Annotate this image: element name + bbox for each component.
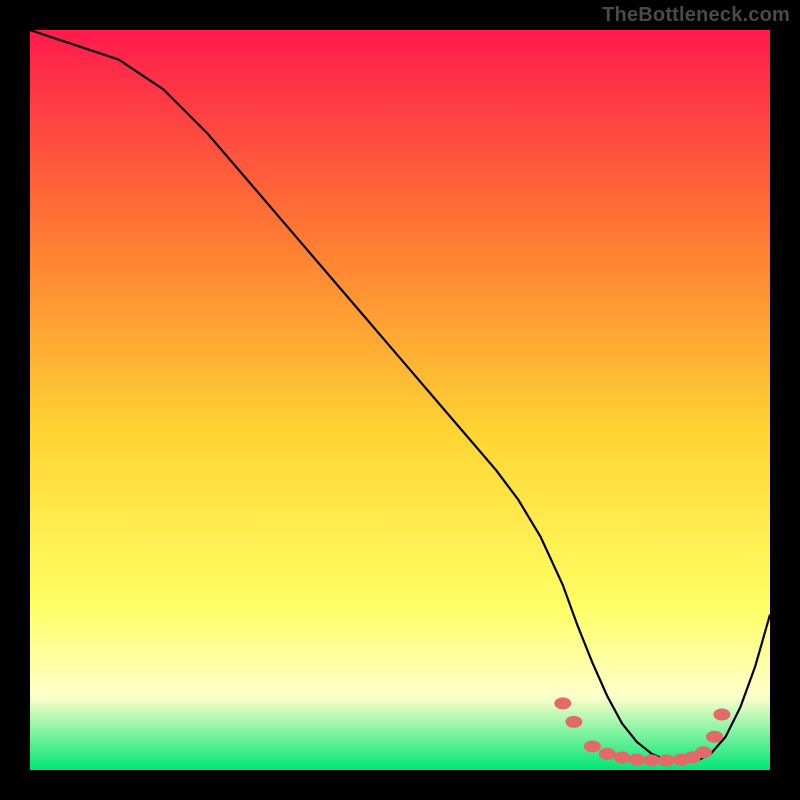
marker-dot (695, 746, 712, 758)
marker-dot (643, 754, 660, 766)
marker-dot (628, 754, 645, 766)
marker-dot (584, 740, 601, 752)
marker-dot (554, 697, 571, 709)
marker-dot (614, 751, 631, 763)
plot-area (30, 30, 770, 770)
bottleneck-chart (30, 30, 770, 770)
chart-frame: TheBottleneck.com (0, 0, 800, 800)
marker-dot (599, 748, 616, 760)
gradient-background (30, 30, 770, 770)
marker-dot (713, 709, 730, 721)
marker-dot (658, 754, 675, 766)
watermark-text: TheBottleneck.com (602, 4, 790, 27)
marker-dot (565, 716, 582, 728)
marker-dot (706, 731, 723, 743)
